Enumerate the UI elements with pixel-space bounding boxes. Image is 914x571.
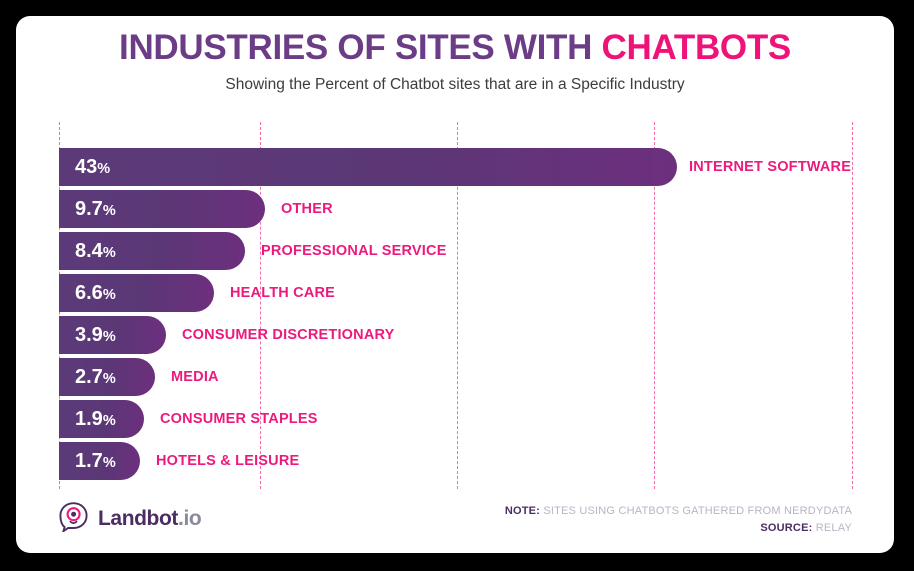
- bar-value-unit: %: [102, 287, 116, 303]
- bar-row[interactable]: 1.9% CONSUMER STAPLES: [59, 400, 879, 438]
- bar-value-unit: %: [102, 245, 116, 261]
- page-title: INDUSTRIES OF SITES WITH CHATBOTS: [16, 16, 894, 68]
- chart-header: INDUSTRIES OF SITES WITH CHATBOTS Showin…: [16, 16, 894, 94]
- logo-brand-name: Landbot: [98, 507, 179, 530]
- bar-value-unit: %: [97, 161, 111, 177]
- bar-value-number: 3.9: [75, 324, 103, 346]
- bar-row[interactable]: 9.7% OTHER: [59, 190, 879, 228]
- landbot-chat-bubble-icon: [58, 501, 89, 537]
- bar-value-unit: %: [102, 371, 116, 387]
- source-key: SOURCE:: [760, 522, 813, 534]
- bar-value-unit: %: [102, 203, 116, 219]
- bar-chart-plot-area: 43% INTERNET SOFTWARE 9.7% OTHER 8.4% PROFESS…: [59, 122, 879, 496]
- bar-value-number: 6.6: [75, 282, 103, 304]
- landbot-logo-text: Landbot.io: [98, 507, 202, 531]
- bar-value-label: 1.9%: [75, 400, 116, 438]
- bar-value-number: 8.4: [75, 240, 103, 262]
- bar-row[interactable]: 2.7% MEDIA: [59, 358, 879, 396]
- bar-row[interactable]: 8.4% PROFESSIONAL SERVICE: [59, 232, 879, 270]
- bar-category-label: MEDIA: [171, 369, 219, 385]
- source-line: SOURCE: RELAY: [505, 520, 852, 537]
- bar-value-unit: %: [102, 413, 116, 429]
- bar-value-unit: %: [102, 329, 116, 345]
- bar-category-label: HOTELS & LEISURE: [156, 453, 300, 469]
- bar-value-label: 8.4%: [75, 232, 116, 270]
- bar-category-label: INTERNET SOFTWARE: [689, 159, 852, 175]
- logo-tld: .io: [178, 507, 202, 530]
- bar-value-label: 9.7%: [75, 190, 116, 228]
- bar-row[interactable]: 3.9% CONSUMER DISCRETIONARY: [59, 316, 879, 354]
- bar-value-label: 43%: [75, 148, 110, 186]
- title-accent-text: CHATBOTS: [601, 28, 792, 67]
- bar-value-label: 3.9%: [75, 316, 116, 354]
- bar-value-number: 2.7: [75, 366, 103, 388]
- bar-row[interactable]: 43% INTERNET SOFTWARE: [59, 148, 879, 186]
- bar-row[interactable]: 1.7% HOTELS & LEISURE: [59, 442, 879, 480]
- chart-subtitle: Showing the Percent of Chatbot sites tha…: [225, 76, 685, 93]
- bar-value-number: 1.9: [75, 408, 103, 430]
- bar-category-label: HEALTH CARE: [230, 285, 336, 301]
- bar-category-label: PROFESSIONAL SERVICE: [261, 243, 447, 259]
- title-main-text: INDUSTRIES OF SITES WITH: [119, 28, 602, 67]
- landbot-logo[interactable]: Landbot.io: [58, 501, 202, 537]
- source-value: RELAY: [815, 522, 852, 534]
- bar-value-unit: %: [102, 455, 116, 471]
- note-line: NOTE: SITES USING CHATBOTS GATHERED FROM…: [505, 503, 852, 520]
- bar-value-number: 9.7: [75, 198, 103, 220]
- bar-value-label: 2.7%: [75, 358, 116, 396]
- bar-value-number: 1.7: [75, 450, 103, 472]
- source-notes: NOTE: SITES USING CHATBOTS GATHERED FROM…: [505, 503, 852, 537]
- bar-value-number: 43: [75, 156, 98, 178]
- bar-category-label: CONSUMER DISCRETIONARY: [182, 327, 395, 343]
- bar-category-label: CONSUMER STAPLES: [160, 411, 318, 427]
- chart-footer: Landbot.io NOTE: SITES USING CHATBOTS GA…: [16, 483, 894, 553]
- note-key: NOTE:: [504, 505, 541, 517]
- bar-row[interactable]: 6.6% HEALTH CARE: [59, 274, 879, 312]
- bar-fill: [59, 148, 677, 186]
- bar-value-label: 6.6%: [75, 274, 116, 312]
- bar-value-label: 1.7%: [75, 442, 116, 480]
- note-value: SITES USING CHATBOTS GATHERED FROM NERDY…: [543, 505, 852, 517]
- infographic-card: INDUSTRIES OF SITES WITH CHATBOTS Showin…: [16, 16, 894, 553]
- bar-category-label: OTHER: [281, 201, 333, 217]
